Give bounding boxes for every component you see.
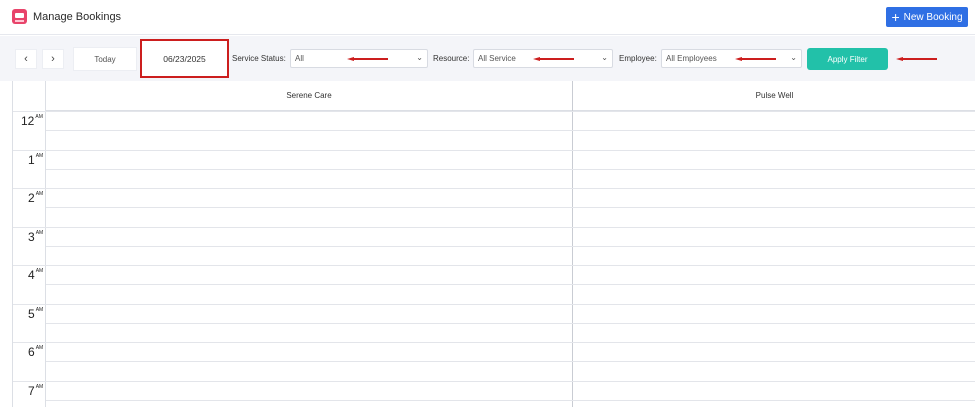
hour-ampm: AM bbox=[35, 345, 44, 351]
hour-label: 3AM bbox=[28, 230, 43, 244]
hour-number: 7 bbox=[28, 383, 35, 398]
plus-icon: + bbox=[891, 9, 900, 25]
chevron-down-icon: ⌄ bbox=[790, 53, 797, 62]
employee-select[interactable]: All Employees ⌄ bbox=[661, 49, 802, 68]
date-input[interactable]: 06/23/2025 bbox=[140, 39, 229, 78]
half-hour-line bbox=[46, 361, 975, 363]
employee-value: All Employees bbox=[666, 54, 717, 63]
hour-ampm: AM bbox=[35, 114, 43, 120]
hour-ampm: AM bbox=[35, 306, 44, 313]
service-status-value: All bbox=[295, 54, 304, 63]
employee-label: Employee: bbox=[619, 54, 657, 63]
new-booking-button[interactable]: + New Booking bbox=[886, 7, 968, 27]
hour-line bbox=[46, 265, 975, 266]
hour-number: 2 bbox=[28, 191, 35, 205]
chevron-down-icon: ⌄ bbox=[601, 53, 608, 62]
hour-label: 4AM bbox=[28, 268, 43, 282]
gutter-line bbox=[13, 149, 46, 151]
hour-number: 1 bbox=[28, 152, 35, 167]
hour-label: 12AM bbox=[21, 114, 43, 128]
chevron-down-icon: ⌄ bbox=[416, 53, 423, 62]
hour-label: 7AM bbox=[28, 384, 43, 398]
hour-line bbox=[46, 342, 975, 343]
new-booking-label: New Booking bbox=[903, 11, 963, 23]
hour-ampm: AM bbox=[35, 191, 44, 197]
hour-line bbox=[46, 111, 975, 112]
resource-value: All Service bbox=[478, 54, 516, 63]
hour-label: 5AM bbox=[28, 307, 43, 321]
next-day-button[interactable]: › bbox=[42, 49, 64, 69]
hour-number: 5 bbox=[28, 306, 35, 321]
chevron-left-icon: ‹ bbox=[24, 53, 28, 65]
hour-line bbox=[46, 380, 975, 382]
hour-number: 12 bbox=[21, 114, 35, 128]
hour-number: 3 bbox=[28, 229, 35, 244]
app-logo-icon bbox=[12, 9, 27, 24]
half-hour-line bbox=[46, 399, 975, 401]
annotation-arrow bbox=[347, 57, 388, 61]
gutter-line bbox=[13, 265, 46, 266]
half-hour-line bbox=[46, 168, 975, 170]
half-hour-line bbox=[46, 245, 975, 247]
half-hour-line bbox=[46, 130, 975, 132]
chevron-right-icon: › bbox=[51, 53, 55, 65]
apply-filter-button[interactable]: Apply Filter bbox=[807, 48, 888, 70]
gutter-line bbox=[13, 188, 46, 189]
half-hour-line bbox=[46, 322, 975, 324]
gutter-line bbox=[13, 226, 46, 228]
app-header: Manage Bookings + New Booking bbox=[0, 0, 975, 35]
hour-line bbox=[46, 149, 975, 151]
hour-label: 1AM bbox=[28, 153, 43, 167]
annotation-arrow bbox=[896, 57, 937, 61]
column-header-pulse-well: Pulse Well bbox=[573, 81, 975, 111]
hour-ampm: AM bbox=[35, 229, 44, 236]
column-header-serene-care: Serene Care bbox=[46, 81, 572, 111]
hour-line bbox=[46, 303, 975, 305]
hour-ampm: AM bbox=[35, 268, 44, 274]
calendar-grid: Serene Care Pulse Well 12AM 1AM 2AM 3AM 4AM 5… bbox=[12, 81, 975, 407]
hour-ampm: AM bbox=[35, 152, 44, 159]
today-button[interactable]: Today bbox=[73, 47, 137, 71]
hour-number: 6 bbox=[28, 345, 35, 359]
annotation-arrow bbox=[533, 57, 574, 61]
gutter-line bbox=[13, 303, 46, 305]
gutter-line bbox=[13, 380, 46, 382]
service-status-label: Service Status: bbox=[232, 54, 286, 63]
filter-toolbar: ‹ › Today 06/23/2025 Service Status: All… bbox=[0, 36, 975, 81]
gutter-line bbox=[13, 342, 46, 343]
annotation-arrow bbox=[735, 57, 776, 61]
page-title: Manage Bookings bbox=[33, 11, 122, 23]
hour-label: 2AM bbox=[28, 191, 43, 205]
half-hour-line bbox=[46, 284, 975, 286]
hour-line bbox=[46, 188, 975, 189]
hour-ampm: AM bbox=[35, 383, 44, 390]
hour-number: 4 bbox=[28, 268, 35, 282]
half-hour-line bbox=[46, 207, 975, 209]
gutter-line bbox=[13, 111, 46, 112]
hour-label: 6AM bbox=[28, 345, 43, 359]
hour-line bbox=[46, 226, 975, 228]
prev-day-button[interactable]: ‹ bbox=[15, 49, 37, 69]
resource-label: Resource: bbox=[433, 54, 470, 63]
